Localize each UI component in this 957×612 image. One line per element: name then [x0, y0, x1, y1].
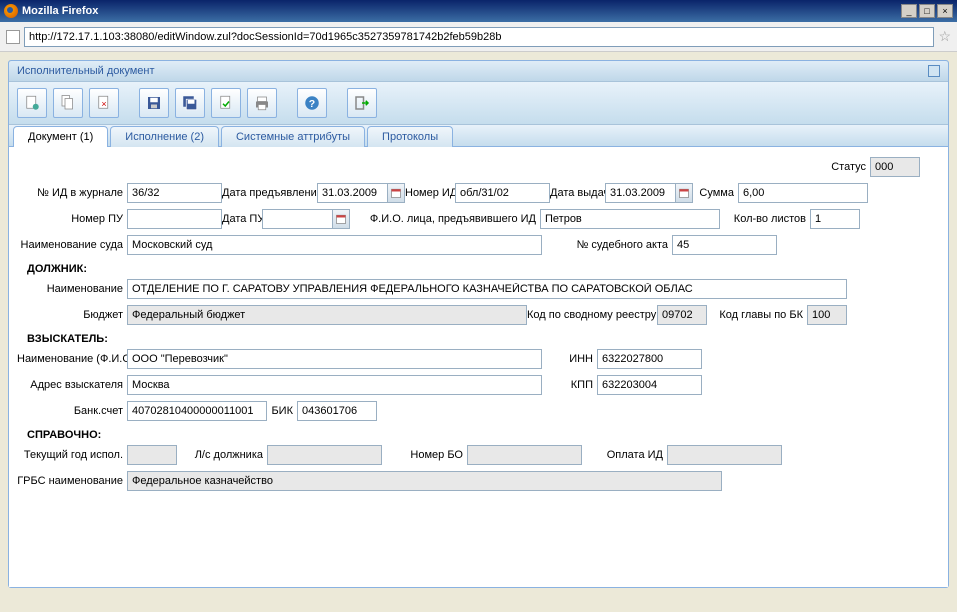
- panel-maximize-icon[interactable]: [928, 65, 940, 77]
- court-name-field[interactable]: [127, 235, 542, 255]
- save-all-button[interactable]: [175, 88, 205, 118]
- sheets-field[interactable]: [810, 209, 860, 229]
- label-court-act: № судебного акта: [542, 239, 672, 251]
- calendar-icon[interactable]: [387, 183, 405, 203]
- save-button[interactable]: [139, 88, 169, 118]
- label-budget: Бюджет: [17, 309, 127, 321]
- label-date-present: Дата предъявления ИД: [222, 188, 317, 199]
- status-field: [870, 157, 920, 177]
- svg-text:?: ?: [309, 98, 315, 110]
- label-sheets: Кол-во листов: [720, 213, 810, 225]
- label-pu-number: Номер ПУ: [17, 213, 127, 225]
- section-claimant: ВЗЫСКАТЕЛЬ:: [27, 333, 940, 345]
- address-bar: ☆: [0, 22, 957, 52]
- label-status: Статус: [831, 161, 870, 173]
- fio-presenter-field[interactable]: [540, 209, 720, 229]
- label-current-year: Текущий год испол.: [17, 450, 127, 461]
- label-svod-code: Код по сводному реестру: [527, 310, 657, 321]
- oplata-id-field: [667, 445, 782, 465]
- copy-doc-button[interactable]: [53, 88, 83, 118]
- inn-field[interactable]: [597, 349, 702, 369]
- label-bk-head: Код главы по БК: [707, 310, 807, 321]
- pu-date-field[interactable]: [262, 209, 332, 229]
- label-grbs-name: ГРБС наименование: [17, 476, 127, 487]
- claimant-name-field[interactable]: [127, 349, 542, 369]
- delete-doc-button[interactable]: ×: [89, 88, 119, 118]
- calendar-icon[interactable]: [332, 209, 350, 229]
- label-claimant-name: Наименование (Ф.И.О.): [17, 354, 127, 365]
- ls-debtor-field: [267, 445, 382, 465]
- maximize-button[interactable]: □: [919, 4, 935, 18]
- label-ls-debtor: Л/с должника: [177, 449, 267, 461]
- label-sum: Сумма: [693, 187, 738, 199]
- grbs-name-field: [127, 471, 722, 491]
- svg-text:×: ×: [101, 99, 106, 109]
- exit-button[interactable]: [347, 88, 377, 118]
- section-debtor: ДОЛЖНИК:: [27, 263, 940, 275]
- bookmark-star-icon[interactable]: ☆: [938, 28, 951, 45]
- id-number-field[interactable]: [455, 183, 550, 203]
- url-input[interactable]: [24, 27, 934, 47]
- label-claimant-addr: Адрес взыскателя: [17, 380, 127, 391]
- current-year-field: [127, 445, 177, 465]
- close-button[interactable]: ×: [937, 4, 953, 18]
- label-bo-number: Номер БО: [382, 449, 467, 461]
- panel-header: Исполнительный документ: [9, 61, 948, 82]
- id-journal-field[interactable]: [127, 183, 222, 203]
- kpp-field[interactable]: [597, 375, 702, 395]
- toolbar: × ?: [9, 82, 948, 125]
- claimant-addr-field[interactable]: [127, 375, 542, 395]
- tab-document[interactable]: Документ (1): [13, 126, 108, 147]
- main-panel: Исполнительный документ × ? Документ (1)…: [8, 60, 949, 588]
- label-pu-date: Дата ПУ: [222, 214, 262, 225]
- label-debtor-name: Наименование: [17, 283, 127, 295]
- label-court-name: Наименование суда: [17, 240, 127, 251]
- new-doc-button[interactable]: [17, 88, 47, 118]
- minimize-button[interactable]: _: [901, 4, 917, 18]
- tab-protocols[interactable]: Протоколы: [367, 126, 453, 147]
- label-bik: БИК: [267, 405, 297, 417]
- panel-title: Исполнительный документ: [17, 65, 155, 77]
- print-button[interactable]: [247, 88, 277, 118]
- label-date-issue: Дата выдачи: [550, 188, 605, 199]
- tab-execution[interactable]: Исполнение (2): [110, 126, 219, 147]
- debtor-name-field[interactable]: [127, 279, 847, 299]
- label-oplata-id: Оплата ИД: [582, 449, 667, 461]
- form-area: Статус № ИД в журнале Дата предъявления …: [9, 147, 948, 587]
- bank-acc-field[interactable]: [127, 401, 267, 421]
- label-bank-acc: Банк.счет: [17, 405, 127, 417]
- svod-code-field: [657, 305, 707, 325]
- window-title: Mozilla Firefox: [22, 5, 98, 17]
- firefox-icon: [4, 4, 18, 18]
- date-issue-field[interactable]: [605, 183, 675, 203]
- tab-system-attrs[interactable]: Системные аттрибуты: [221, 126, 365, 147]
- date-present-field[interactable]: [317, 183, 387, 203]
- section-reference: СПРАВОЧНО:: [27, 429, 940, 441]
- bik-field[interactable]: [297, 401, 377, 421]
- budget-field: [127, 305, 527, 325]
- approve-button[interactable]: [211, 88, 241, 118]
- label-id-number: Номер ИД: [405, 188, 455, 199]
- label-inn: ИНН: [542, 353, 597, 365]
- help-button[interactable]: ?: [297, 88, 327, 118]
- bk-head-field: [807, 305, 847, 325]
- tab-bar: Документ (1) Исполнение (2) Системные ат…: [9, 125, 948, 147]
- calendar-icon[interactable]: [675, 183, 693, 203]
- court-act-field[interactable]: [672, 235, 777, 255]
- page-icon: [6, 30, 20, 44]
- label-id-journal: № ИД в журнале: [17, 187, 127, 199]
- label-fio-presenter: Ф.И.О. лица, предъявившего ИД: [350, 214, 540, 225]
- bo-number-field: [467, 445, 582, 465]
- sum-field[interactable]: [738, 183, 868, 203]
- label-kpp: КПП: [542, 379, 597, 391]
- window-titlebar: Mozilla Firefox _ □ ×: [0, 0, 957, 22]
- pu-number-field[interactable]: [127, 209, 222, 229]
